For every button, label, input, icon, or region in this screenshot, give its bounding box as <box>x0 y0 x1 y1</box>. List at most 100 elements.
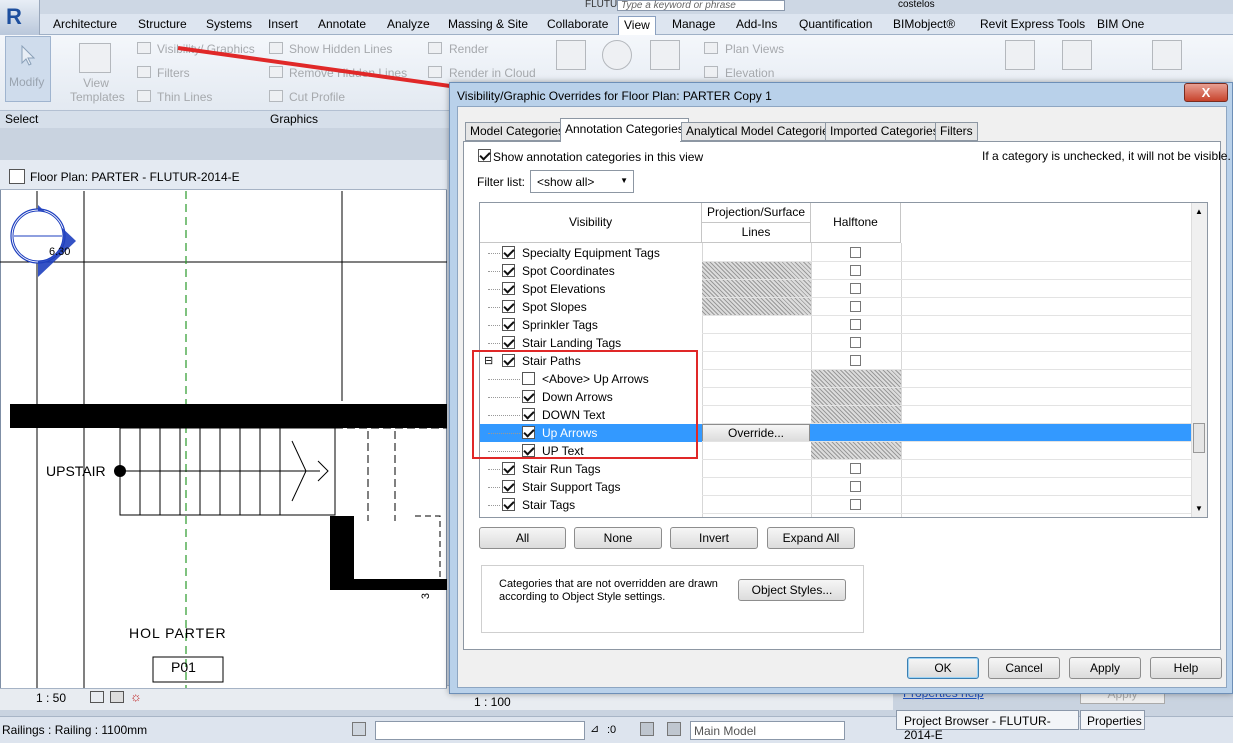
tab-analytical-model-categories[interactable]: Analytical Model Categories <box>681 122 840 141</box>
grid-scrollbar[interactable]: ▲ ▼ <box>1191 203 1207 517</box>
ok-button[interactable]: OK <box>907 657 979 679</box>
tab-quantification[interactable]: Quantification <box>799 16 872 35</box>
category-row[interactable]: Stair Run Tags <box>480 460 1192 478</box>
tab-imported-categories[interactable]: Imported Categories <box>825 122 944 141</box>
visibility-checkbox[interactable] <box>502 336 515 349</box>
tab-model-categories[interactable]: Model Categories <box>465 122 570 141</box>
halftone-checkbox[interactable] <box>850 247 861 258</box>
show-annotation-checkbox[interactable] <box>478 149 491 162</box>
tab-add-ins[interactable]: Add-Ins <box>736 16 777 35</box>
design-options-icon[interactable] <box>640 722 654 736</box>
visual-style-icon[interactable] <box>110 691 124 703</box>
tree-connector <box>488 325 500 326</box>
application-menu-button[interactable]: R <box>0 0 40 36</box>
scroll-up-icon[interactable]: ▲ <box>1195 207 1203 216</box>
override-button[interactable]: Override... <box>702 424 810 442</box>
second-view-scale[interactable]: 1 : 100 <box>474 695 511 709</box>
category-row[interactable]: Spot Coordinates <box>480 262 1192 280</box>
room-number: P01 <box>171 659 196 675</box>
visibility-checkbox[interactable] <box>502 480 515 493</box>
tab-bimobject[interactable]: BIMobject® <box>893 16 955 35</box>
project-browser-tab[interactable]: Project Browser - FLUTUR-2014-E <box>896 710 1079 742</box>
sun-path-icon[interactable]: ☼ <box>130 689 142 704</box>
object-styles-button[interactable]: Object Styles... <box>738 579 846 601</box>
col-lines[interactable]: Lines <box>702 223 811 243</box>
floor-plan-drawing[interactable] <box>0 191 447 688</box>
switch-windows-icon[interactable] <box>1005 40 1035 70</box>
main-model-select[interactable]: Main Model <box>690 721 845 740</box>
detail-level-icon[interactable] <box>90 691 104 703</box>
category-name: Stair Support Tags <box>522 480 621 494</box>
visibility-checkbox[interactable] <box>502 462 515 475</box>
filter-list-select[interactable]: <show all> <box>530 170 634 193</box>
view-templates-button[interactable]: View Templates <box>70 76 125 104</box>
all-button[interactable]: All <box>479 527 566 549</box>
tab-annotate[interactable]: Annotate <box>318 16 366 35</box>
expand-all-button[interactable]: Expand All <box>767 527 855 549</box>
tab-massing-site[interactable]: Massing & Site <box>448 16 528 35</box>
view-scale[interactable]: 1 : 50 <box>36 691 66 705</box>
apply-button[interactable]: Apply <box>1069 657 1141 679</box>
visibility-checkbox[interactable] <box>502 282 515 295</box>
category-row[interactable]: Spot Slopes <box>480 298 1192 316</box>
select-dropdown[interactable]: Select <box>5 112 38 126</box>
tab-revit-express-tools[interactable]: Revit Express Tools <box>980 16 1085 35</box>
halftone-checkbox[interactable] <box>850 283 861 294</box>
search-input[interactable]: Type a keyword or phrase <box>617 0 785 11</box>
callout-icon[interactable] <box>650 40 680 70</box>
col-visibility[interactable]: Visibility <box>480 203 702 243</box>
halftone-checkbox[interactable] <box>850 265 861 276</box>
category-row[interactable]: Spot Elevations <box>480 280 1192 298</box>
visibility-checkbox[interactable] <box>502 300 515 313</box>
info-text: If a category is unchecked, it will not … <box>982 149 1231 163</box>
user-interface-icon[interactable] <box>1152 40 1182 70</box>
help-button[interactable]: Help <box>1150 657 1222 679</box>
close-hidden-icon[interactable] <box>1062 40 1092 70</box>
properties-tab[interactable]: Properties <box>1080 710 1145 730</box>
tab-architecture[interactable]: Architecture <box>53 16 117 35</box>
tab-insert[interactable]: Insert <box>268 16 298 35</box>
scroll-down-icon[interactable]: ▼ <box>1195 504 1203 513</box>
tab-systems[interactable]: Systems <box>206 16 252 35</box>
halftone-checkbox[interactable] <box>850 499 861 510</box>
category-row[interactable]: Stair Tags <box>480 496 1192 514</box>
tab-bim-one[interactable]: BIM One <box>1097 16 1144 35</box>
col-projection: Projection/Surface <box>702 203 811 223</box>
invert-button[interactable]: Invert <box>670 527 758 549</box>
view-title: Floor Plan: PARTER - FLUTUR-2014-E <box>30 170 240 184</box>
tab-collaborate[interactable]: Collaborate <box>547 16 608 35</box>
category-row[interactable]: Stair Support Tags <box>480 478 1192 496</box>
tab-analyze[interactable]: Analyze <box>387 16 430 35</box>
filter-count-icon[interactable]: ⊿ <box>590 722 599 735</box>
modify-button[interactable]: Modify <box>5 36 51 102</box>
workset-field[interactable] <box>375 721 585 740</box>
category-row[interactable]: Specialty Equipment Tags <box>480 244 1192 262</box>
plan-views-button[interactable]: Plan Views <box>725 42 784 56</box>
disabled-lines-cell <box>702 280 811 298</box>
category-row[interactable]: Sprinkler Tags <box>480 316 1192 334</box>
scrollbar-thumb[interactable] <box>1193 423 1205 453</box>
editing-requests-icon[interactable] <box>667 722 681 736</box>
none-button[interactable]: None <box>574 527 662 549</box>
visibility-checkbox[interactable] <box>502 318 515 331</box>
halftone-checkbox[interactable] <box>850 463 861 474</box>
disabled-halftone-cell <box>811 370 901 388</box>
col-halftone[interactable]: Halftone <box>811 203 901 243</box>
tab-manage[interactable]: Manage <box>672 16 715 35</box>
dialog-close-button[interactable]: X <box>1184 83 1228 102</box>
worksets-icon[interactable] <box>352 722 366 736</box>
visibility-checkbox[interactable] <box>502 498 515 511</box>
halftone-checkbox[interactable] <box>850 337 861 348</box>
halftone-checkbox[interactable] <box>850 355 861 366</box>
cancel-button[interactable]: Cancel <box>988 657 1060 679</box>
tab-filters[interactable]: Filters <box>935 122 978 141</box>
visibility-checkbox[interactable] <box>502 246 515 259</box>
halftone-checkbox[interactable] <box>850 301 861 312</box>
halftone-checkbox[interactable] <box>850 319 861 330</box>
halftone-checkbox[interactable] <box>850 481 861 492</box>
tab-structure[interactable]: Structure <box>138 16 187 35</box>
tab-view[interactable]: View <box>618 16 656 35</box>
elevation-button[interactable]: Elevation <box>725 66 774 80</box>
visibility-checkbox[interactable] <box>502 264 515 277</box>
category-name: Spot Coordinates <box>522 264 615 278</box>
